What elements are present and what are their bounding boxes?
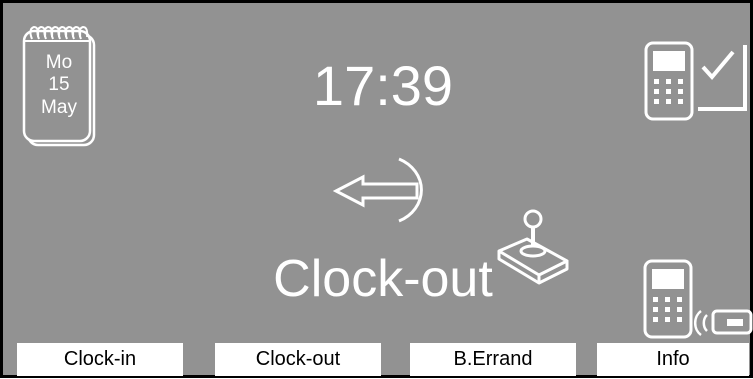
terminal-card-reader-icon bbox=[643, 259, 753, 343]
clock-in-button[interactable]: Clock-in bbox=[17, 343, 183, 376]
business-errand-button[interactable]: B.Errand bbox=[410, 343, 576, 376]
softkey-bar: Clock-in Clock-out B.Errand Info bbox=[17, 343, 753, 379]
mode-label: Clock-out bbox=[273, 250, 493, 308]
info-button[interactable]: Info bbox=[597, 343, 749, 376]
calendar-month: May bbox=[41, 97, 77, 118]
terminal-screen: Mo 15 May 17:39 Clock-out Clock-in Clock… bbox=[0, 0, 753, 378]
calendar-day-name: Mo bbox=[45, 52, 73, 73]
terminal-check-icon bbox=[641, 39, 753, 129]
arrow-left-icon bbox=[332, 151, 443, 231]
clock-time: 17:39 bbox=[312, 54, 454, 117]
clock-out-button[interactable]: Clock-out bbox=[215, 343, 381, 376]
calendar-day-number: 15 bbox=[48, 74, 70, 95]
calendar-icon: Mo 15 May bbox=[22, 25, 100, 151]
